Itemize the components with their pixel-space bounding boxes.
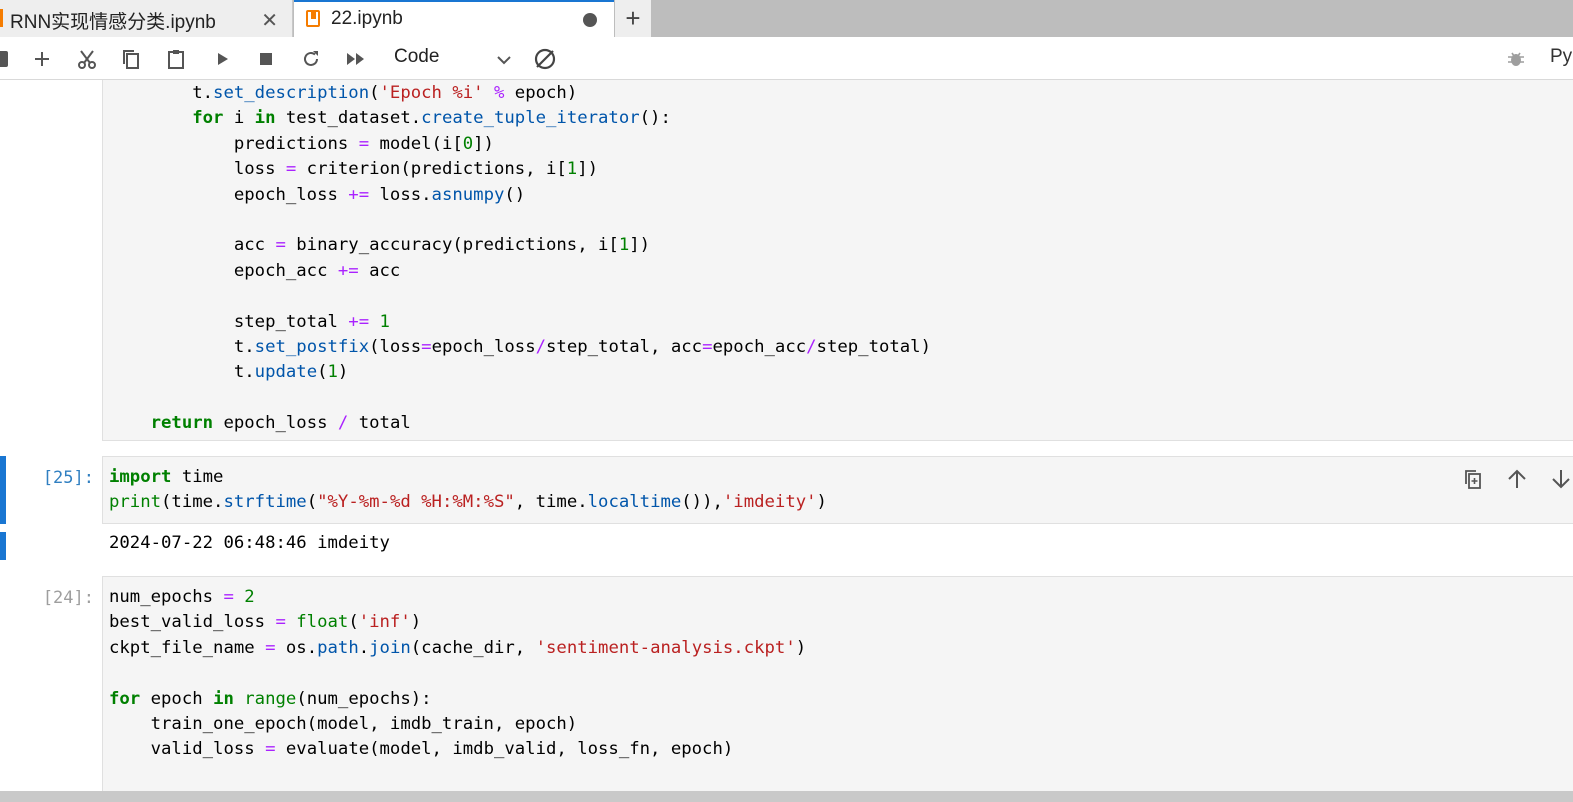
- cell-output: 2024-07-22 06:48:46 imdeity: [102, 531, 390, 556]
- paste-icon[interactable]: [162, 45, 190, 73]
- tab-22-notebook[interactable]: 22.ipynb: [294, 0, 614, 37]
- output-collapser[interactable]: [0, 532, 6, 560]
- copy-icon[interactable]: [117, 45, 145, 73]
- chevron-down-icon[interactable]: [490, 46, 518, 74]
- notebook-toolbar: Code Py: [0, 37, 1573, 80]
- code-editor[interactable]: import time print(time.strftime("%Y-%m-%…: [103, 457, 1573, 516]
- unsaved-dot-icon[interactable]: [583, 13, 597, 27]
- notebook-panel: t.set_description('Epoch %i' % epoch) fo…: [0, 80, 1573, 791]
- new-tab-button[interactable]: +: [615, 0, 651, 37]
- notebook-icon: [306, 10, 320, 27]
- tab-bar: RNN实现情感分类.ipynb ✕ 22.ipynb +: [0, 0, 1573, 37]
- code-editor[interactable]: t.set_description('Epoch %i' % epoch) fo…: [103, 80, 1573, 437]
- stop-icon[interactable]: [252, 45, 280, 73]
- code-editor[interactable]: num_epochs = 2 best_valid_loss = float('…: [103, 577, 1573, 763]
- kernel-name[interactable]: Py: [1550, 46, 1572, 68]
- notebook-marker: [0, 9, 3, 27]
- cell-input[interactable]: import time print(time.strftime("%Y-%m-%…: [102, 456, 1573, 524]
- input-collapser[interactable]: [0, 456, 6, 524]
- tab-label: RNN实现情感分类.ipynb: [10, 12, 216, 33]
- cell-input[interactable]: t.set_description('Epoch %i' % epoch) fo…: [102, 80, 1573, 441]
- cell-toolbar: [1459, 465, 1573, 493]
- duplicate-cell-icon[interactable]: [1459, 465, 1487, 493]
- close-icon[interactable]: ✕: [261, 8, 278, 33]
- cell-prompt: [25]:: [42, 468, 94, 488]
- fast-forward-icon[interactable]: [342, 45, 370, 73]
- kernel-status-icon[interactable]: [531, 45, 559, 73]
- tab-label: 22.ipynb: [331, 8, 403, 29]
- horizontal-scrollbar[interactable]: [0, 791, 1573, 802]
- move-up-icon[interactable]: [1503, 465, 1531, 493]
- cut-icon[interactable]: [73, 45, 101, 73]
- save-icon[interactable]: [0, 45, 14, 73]
- tab-rnn-notebook[interactable]: RNN实现情感分类.ipynb ✕: [0, 0, 293, 37]
- debugger-icon[interactable]: [1502, 45, 1530, 73]
- restart-icon[interactable]: [297, 45, 325, 73]
- output-text: 2024-07-22 06:48:46 imdeity: [109, 533, 390, 553]
- cell-prompt: [24]:: [42, 588, 94, 608]
- cell-input[interactable]: num_epochs = 2 best_valid_loss = float('…: [102, 576, 1573, 791]
- move-down-icon[interactable]: [1547, 465, 1573, 493]
- add-cell-icon[interactable]: [28, 45, 56, 73]
- run-icon[interactable]: [208, 45, 236, 73]
- cell-type-select[interactable]: Code: [394, 46, 439, 68]
